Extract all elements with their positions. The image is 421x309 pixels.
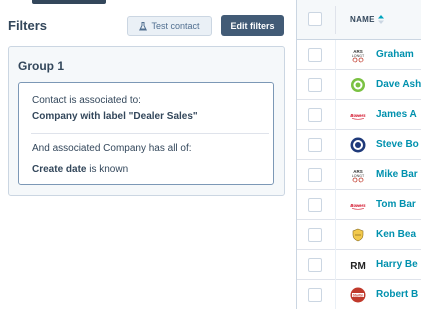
table-row: ARS LONGT Graham — [297, 40, 421, 70]
svg-text:Bowers: Bowers — [350, 113, 366, 118]
row-checkbox[interactable] — [308, 168, 322, 182]
table-row: Steve Bo — [297, 130, 421, 160]
table-header: NAME — [297, 0, 421, 40]
table-row: RM Harry Be — [297, 250, 421, 280]
name-column-header[interactable]: NAME — [350, 15, 384, 24]
green-circle-logo-icon — [350, 77, 366, 93]
text-logo-icon: ARS LONGT — [350, 167, 366, 183]
crest-logo-icon — [350, 227, 366, 243]
contacts-table: NAME ARS LONGT Graham Dave Ash Bowers James A… — [297, 0, 421, 309]
contact-name-link[interactable]: Mike Bar — [376, 169, 418, 180]
contact-name-link[interactable]: Robert B — [376, 289, 418, 300]
svg-text:LONGT: LONGT — [352, 54, 365, 58]
blue-seal-logo-icon — [350, 137, 366, 153]
sort-icon — [377, 15, 384, 24]
select-all-checkbox[interactable] — [308, 12, 322, 26]
flask-icon — [139, 21, 148, 30]
row-separator — [335, 220, 336, 250]
contact-name-link[interactable]: Graham — [376, 49, 414, 60]
row-separator — [335, 280, 336, 309]
row-separator — [335, 190, 336, 220]
svg-text:RM: RM — [350, 261, 366, 272]
contact-name-link[interactable]: Ken Bea — [376, 229, 416, 240]
text-logo-icon: ARS LONGT — [350, 47, 366, 63]
row-separator — [335, 130, 336, 160]
contact-name-link[interactable]: Harry Be — [376, 259, 418, 270]
row-checkbox[interactable] — [308, 108, 322, 122]
filter-divider — [31, 133, 269, 134]
row-separator — [335, 160, 336, 190]
row-separator — [335, 100, 336, 130]
row-checkbox[interactable] — [308, 288, 322, 302]
rm-logo-icon: RM — [350, 257, 366, 273]
filter-condition-value: Create date is known — [32, 164, 128, 175]
filter-group: Group 1 Contact is associated to: Compan… — [8, 46, 285, 196]
red-wordmark-logo-icon: Bowers — [350, 107, 366, 123]
table-row: ARS LONGT Mike Bar — [297, 160, 421, 190]
row-checkbox[interactable] — [308, 198, 322, 212]
edit-filters-button[interactable]: Edit filters — [221, 15, 284, 36]
row-checkbox[interactable] — [308, 78, 322, 92]
filters-panel: Filters Test contact Edit filters Group … — [0, 0, 296, 309]
contact-name-link[interactable]: Dave Ash — [376, 79, 421, 90]
row-separator — [335, 70, 336, 100]
filter-association-label: Contact is associated to: — [32, 95, 141, 106]
row-checkbox[interactable] — [308, 258, 322, 272]
filter-property-name: Create date — [32, 164, 87, 175]
test-contact-button[interactable]: Test contact — [127, 16, 212, 36]
header-separator — [335, 6, 336, 34]
filter-card[interactable]: Contact is associated to: Company with l… — [18, 82, 274, 185]
filter-association-value: Company with label "Dealer Sales" — [32, 111, 198, 122]
red-badge-logo-icon: Startin — [350, 287, 366, 303]
filter-operator: is known — [86, 164, 129, 175]
svg-text:Startin: Startin — [353, 293, 364, 297]
test-contact-label: Test contact — [151, 21, 200, 31]
contact-name-link[interactable]: Tom Bar — [376, 199, 416, 210]
contact-name-link[interactable]: James A — [376, 109, 417, 120]
table-row: Dave Ash — [297, 70, 421, 100]
svg-text:LONGT: LONGT — [352, 174, 365, 178]
red-wordmark-logo-icon: Bowers — [350, 197, 366, 213]
row-checkbox[interactable] — [308, 228, 322, 242]
row-separator — [335, 40, 336, 70]
table-row: Bowers Tom Bar — [297, 190, 421, 220]
table-row: Startin Robert B — [297, 280, 421, 309]
filter-condition-label: And associated Company has all of: — [32, 143, 192, 154]
group-title: Group 1 — [18, 59, 65, 73]
table-row: Bowers James A — [297, 100, 421, 130]
row-checkbox[interactable] — [308, 48, 322, 62]
filters-title: Filters — [8, 18, 48, 33]
contact-name-link[interactable]: Steve Bo — [376, 139, 419, 150]
name-column-label: NAME — [350, 15, 375, 24]
table-row: Ken Bea — [297, 220, 421, 250]
svg-text:Bowers: Bowers — [350, 203, 366, 208]
row-checkbox[interactable] — [308, 138, 322, 152]
row-separator — [335, 250, 336, 280]
